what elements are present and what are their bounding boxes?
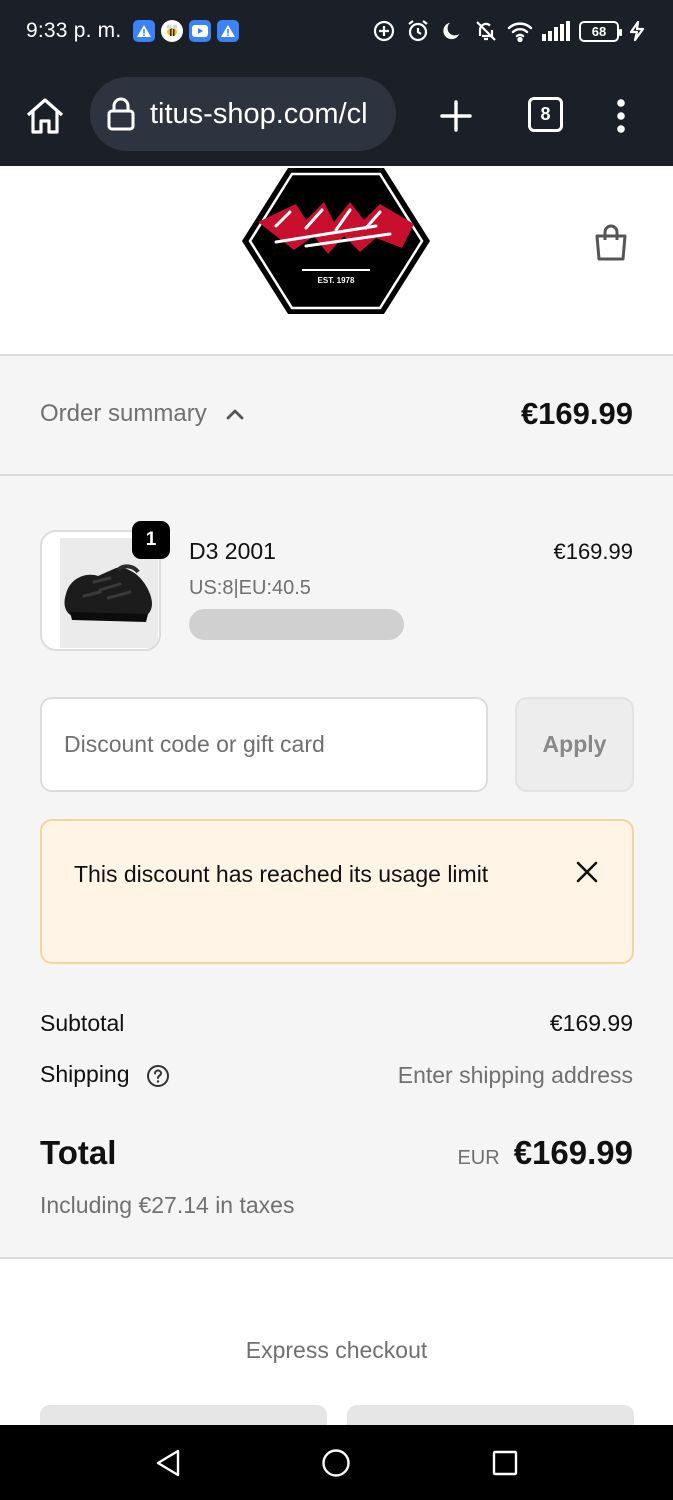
product-variant: US:8|EU:40.5 (189, 577, 311, 599)
youtube-app-icon (189, 20, 211, 42)
new-tab-button[interactable] (434, 94, 478, 138)
total-amount: €169.99 (513, 1134, 633, 1171)
express-checkout-title: Express checkout (245, 1337, 428, 1363)
browser-menu-button[interactable] (604, 94, 638, 138)
browser-toolbar: titus-shop.com/cl 8 (0, 64, 673, 166)
subtotal-label: Subtotal (40, 1010, 125, 1036)
discount-error-alert: This discount has reached its usage limi… (40, 819, 634, 964)
home-nav-button[interactable] (316, 1443, 356, 1483)
wifi-icon (507, 18, 533, 44)
signal-icon (541, 18, 571, 44)
alarm-icon (405, 18, 431, 44)
home-circle-icon (322, 1449, 350, 1477)
shipping-row: Shipping (40, 1061, 170, 1088)
total-currency: EUR (457, 1147, 500, 1169)
express-pay-button[interactable] (40, 1405, 327, 1425)
status-app-icons (133, 20, 239, 42)
logo-subtext: EST. 1978 (318, 276, 355, 285)
plus-icon (440, 100, 472, 132)
url-text: titus-shop.com/cl (150, 97, 368, 130)
back-button[interactable] (148, 1443, 188, 1483)
data-saver-icon (371, 18, 397, 44)
total-label: Total (40, 1134, 117, 1171)
discount-code-input[interactable] (40, 697, 488, 792)
express-checkout-section: Express checkout (0, 1257, 673, 1425)
order-summary-total: €169.99 (520, 396, 633, 431)
home-icon (26, 98, 64, 134)
apply-discount-button[interactable]: Apply (515, 697, 634, 792)
shipping-value: Enter shipping address (397, 1062, 633, 1088)
shopping-bag-icon (595, 224, 627, 261)
notifications-off-icon (473, 18, 499, 44)
store-logo[interactable]: EST. 1978 (240, 166, 432, 316)
bee-app-icon (161, 20, 183, 42)
recents-button[interactable] (485, 1443, 525, 1483)
shipping-label: Shipping (40, 1061, 130, 1087)
tab-switcher-button[interactable]: 8 (528, 97, 563, 132)
help-icon[interactable] (146, 1064, 170, 1088)
order-summary-label: Order summary (40, 400, 207, 427)
dismiss-alert-button[interactable] (572, 857, 602, 887)
subtotal-value: €169.99 (549, 1010, 633, 1036)
battery-indicator: 68 (579, 20, 622, 42)
store-header: EST. 1978 (0, 166, 673, 356)
taxes-note: Including €27.14 in taxes (40, 1192, 295, 1218)
close-icon (576, 861, 598, 883)
status-bar: 9:33 p. m. 68 (0, 0, 673, 64)
charging-icon (627, 18, 647, 44)
alert-app-icon (217, 20, 239, 42)
order-summary-bar: Order summary €169.99 (0, 356, 673, 476)
status-system-icons: 68 (371, 18, 647, 44)
total-value-group: EUR €169.99 (457, 1134, 633, 1172)
order-summary-toggle[interactable]: Order summary (40, 400, 245, 428)
product-name: D3 2001 (189, 538, 276, 564)
quantity-badge: 1 (132, 521, 170, 559)
home-button[interactable] (22, 94, 68, 138)
lock-icon (104, 94, 138, 134)
url-bar[interactable]: titus-shop.com/cl (90, 77, 396, 151)
system-nav-bar (0, 1425, 673, 1500)
cart-button[interactable] (589, 218, 633, 266)
product-price: €169.99 (553, 539, 633, 564)
recents-icon (492, 1450, 518, 1476)
do-not-disturb-icon (439, 18, 465, 44)
express-pay-button[interactable] (347, 1405, 634, 1425)
discount-error-message: This discount has reached its usage limi… (74, 861, 489, 887)
loading-placeholder (189, 609, 404, 640)
back-icon (156, 1449, 180, 1477)
alert-app-icon (133, 20, 155, 42)
status-time: 9:33 p. m. (26, 19, 122, 42)
more-vertical-icon (617, 99, 625, 133)
chevron-up-icon (226, 409, 244, 420)
